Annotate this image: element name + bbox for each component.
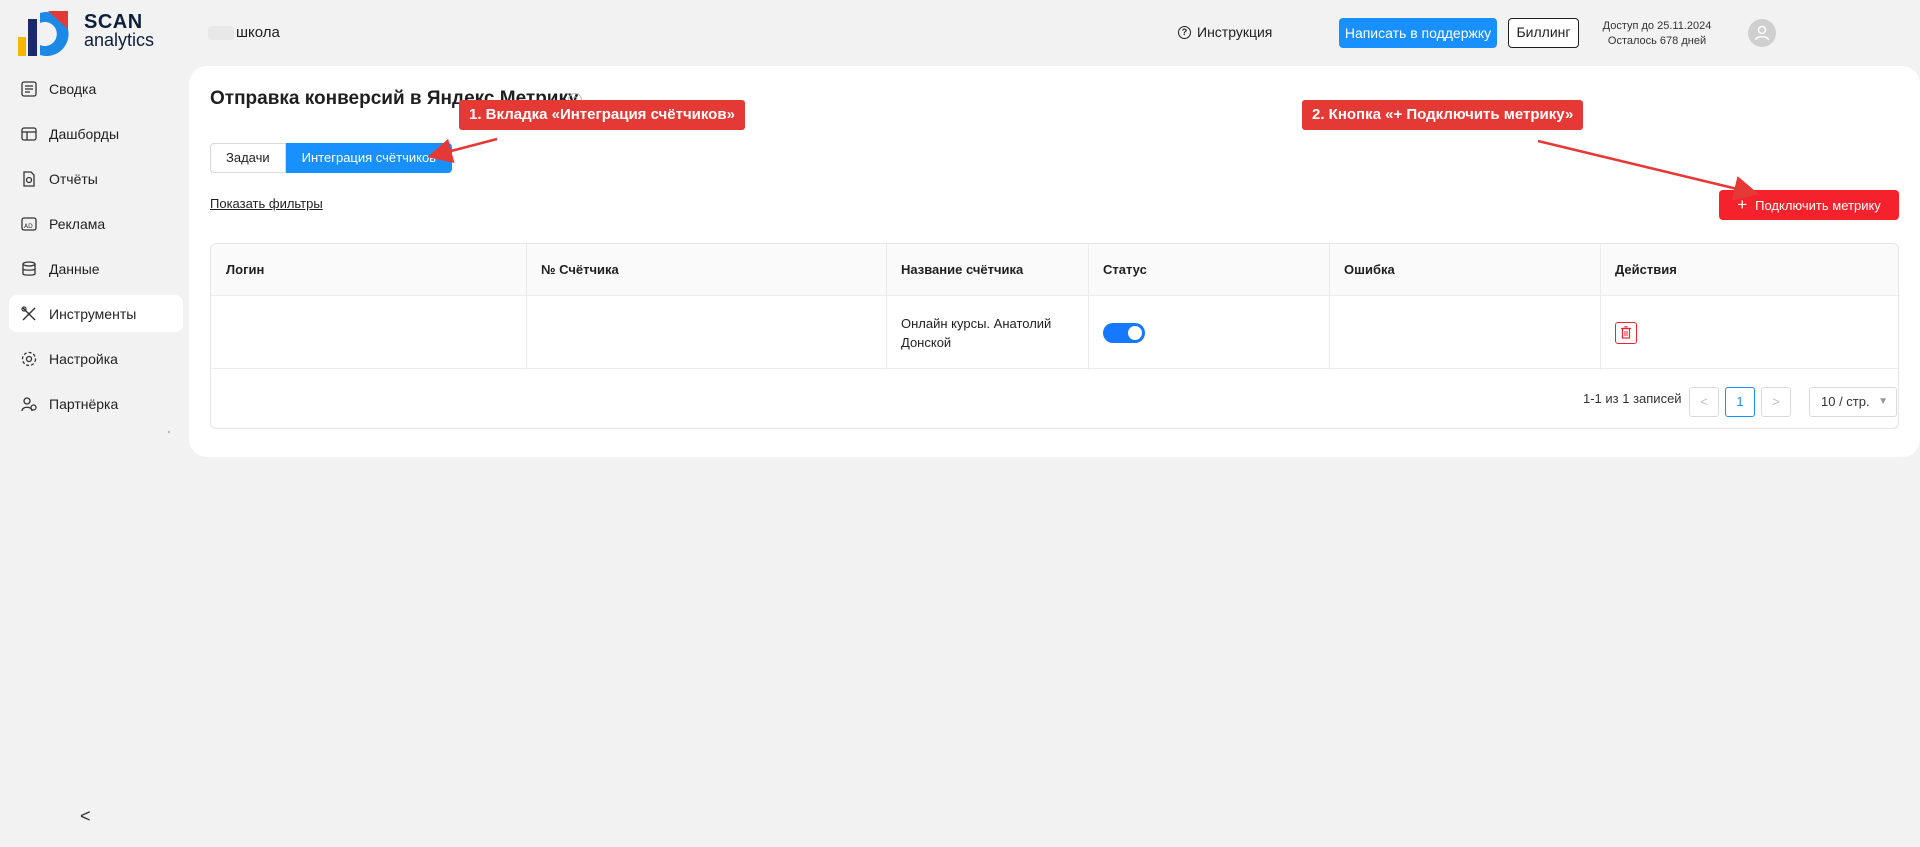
support-button[interactable]: Написать в поддержку [1339, 18, 1497, 48]
access-info: Доступ до 25.11.2024 Осталось 678 дней [1592, 19, 1722, 49]
logo-scan: SCAN [84, 11, 143, 33]
summary-icon [20, 80, 38, 98]
column-header-counter-name: Название счётчика [901, 262, 1024, 277]
pagination: 1-1 из 1 записей < 1 > 10 / стр. ▼ [211, 370, 1898, 428]
tab-tasks[interactable]: Задачи [210, 143, 286, 173]
show-filters-link[interactable]: Показать фильтры [210, 196, 323, 211]
chevron-down-icon: ▼ [1878, 396, 1888, 407]
sidebar-item-label: Отчёты [49, 170, 98, 187]
sidebar-item-label: Данные [49, 260, 100, 277]
column-header-error: Ошибка [1344, 262, 1395, 277]
connect-metrika-label: Подключить метрику [1755, 197, 1881, 213]
cell-counter-number [526, 296, 886, 369]
sidebar-item-label: Партнёрка [49, 395, 119, 412]
tab-counter-integration[interactable]: Интеграция счётчиков [285, 143, 453, 173]
report-icon [20, 170, 38, 188]
settings-icon [20, 350, 38, 368]
cell-counter-name: Онлайн курсы. Анатолий Донской [901, 315, 1052, 350]
sidebar-item-partner[interactable]: Партнёрка [9, 385, 183, 422]
database-icon [20, 260, 38, 278]
billing-button[interactable]: Биллинг [1508, 18, 1579, 48]
cell-login [211, 296, 526, 369]
column-header-login: Логин [226, 262, 265, 277]
annotation-step-1: 1. Вкладка «Интеграция счётчиков» [459, 100, 745, 130]
tools-icon [20, 305, 38, 323]
column-header-status: Статус [1103, 262, 1147, 277]
sidebar-item-label: Настройка [49, 350, 118, 367]
scan-logo-icon [18, 11, 69, 57]
counters-table: Логин № Счётчика Название счётчика Стату… [210, 243, 1899, 429]
sidebar-item-label: Дашборды [49, 125, 119, 142]
prev-page-button[interactable]: < [1689, 387, 1719, 417]
logo[interactable]: SCAN analytics [18, 9, 158, 57]
svg-text:AD: AD [24, 223, 33, 230]
sidebar: Сводка Дашборды Отчёты AD Реклама Данные… [0, 66, 188, 847]
sidebar-item-reports[interactable]: Отчёты [9, 160, 183, 197]
delete-button[interactable] [1615, 321, 1637, 344]
collapse-sidebar-icon[interactable]: < [80, 806, 91, 827]
sidebar-item-label: Реклама [49, 215, 106, 232]
days-left: Осталось 678 дней [1607, 35, 1707, 47]
sidebar-item-settings[interactable]: Настройка [9, 340, 183, 377]
table-header: Логин № Счётчика Название счётчика Стату… [211, 244, 1898, 296]
ads-icon: AD [20, 215, 38, 233]
cell-actions [1600, 296, 1898, 369]
sidebar-item-data[interactable]: Данные [9, 250, 183, 287]
header: SCAN analytics школа ? Инструкция Написа… [0, 0, 1920, 66]
sidebar-item-tools[interactable]: Инструменты [9, 295, 183, 332]
sidebar-item-dashboards[interactable]: Дашборды [9, 115, 183, 152]
status-toggle[interactable] [1103, 322, 1145, 343]
pagination-total: 1-1 из 1 записей [1583, 391, 1682, 406]
sidebar-divider [168, 431, 170, 433]
page-size-select[interactable]: 10 / стр. ▼ [1809, 387, 1897, 417]
dashboard-icon [20, 125, 38, 143]
page-1-button[interactable]: 1 [1725, 387, 1755, 417]
page-size-value: 10 / стр. [1821, 394, 1870, 409]
trash-icon [1621, 326, 1631, 339]
instruction-link[interactable]: ? Инструкция [1178, 24, 1272, 40]
column-header-actions: Действия [1615, 262, 1677, 277]
help-circle-icon: ? [1178, 25, 1191, 39]
column-header-counter-number: № Счётчика [541, 262, 619, 277]
cell-error [1329, 296, 1600, 369]
instruction-label: Инструкция [1197, 24, 1273, 40]
sidebar-item-label: Сводка [49, 80, 97, 97]
sidebar-item-summary[interactable]: Сводка [9, 70, 183, 107]
plus-icon: + [1737, 195, 1748, 214]
project-name[interactable]: школа [208, 24, 280, 41]
logo-analytics: analytics [84, 30, 155, 50]
next-page-button[interactable]: > [1761, 387, 1791, 417]
connect-metrika-button[interactable]: + Подключить метрику [1719, 190, 1899, 220]
user-icon [1754, 25, 1770, 41]
sidebar-item-label: Инструменты [49, 305, 137, 322]
avatar[interactable] [1748, 19, 1776, 47]
logo-text: SCAN analytics [84, 11, 155, 50]
cell-status [1088, 296, 1329, 369]
tab-bar: Задачи Интеграция счётчиков [210, 143, 453, 173]
partner-icon [20, 395, 38, 413]
table-row: Онлайн курсы. Анатолий Донской [211, 296, 1898, 369]
sidebar-item-ads[interactable]: AD Реклама [9, 205, 183, 242]
access-until: Доступ до 25.11.2024 [1602, 20, 1712, 32]
annotation-step-2: 2. Кнопка «+ Подключить метрику» [1302, 100, 1584, 130]
